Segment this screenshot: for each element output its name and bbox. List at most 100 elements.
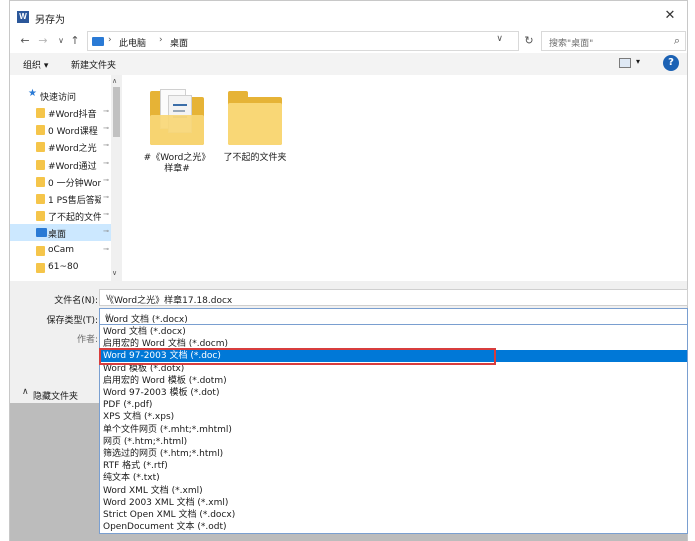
filename-input[interactable]: 《Word之光》样章17.18.docx ∨ bbox=[99, 289, 688, 306]
nav-pane-scrollbar[interactable]: ∧ ∨ bbox=[111, 75, 122, 281]
nav-pane-item-label: 0 Word课程 bbox=[48, 127, 98, 138]
nav-pane-item-label: 61~80 bbox=[48, 261, 79, 272]
nav-pane-item-label: 1 PS售后答疑 bbox=[48, 196, 101, 206]
folder-icon bbox=[36, 176, 45, 187]
nav-pane-item[interactable]: #Word抖音 ⊸ bbox=[10, 104, 111, 121]
back-arrow-icon[interactable]: ← bbox=[18, 33, 32, 49]
save-as-dialog: W 另存为 ✕ ← → ∨ ↑ › 此电脑 › 桌面 ∨ ↻ 搜索"桌面" ⌕ … bbox=[9, 0, 688, 541]
pin-icon[interactable]: ⊸ bbox=[103, 210, 109, 218]
folder-icon bbox=[228, 89, 282, 145]
pin-icon[interactable]: ⊸ bbox=[103, 141, 109, 149]
nav-pane-item[interactable]: 了不起的文件 ⊸ bbox=[10, 207, 111, 224]
breadcrumb-separator-icon: › bbox=[159, 35, 163, 45]
view-dropdown-chevron-icon[interactable]: ▾ bbox=[636, 57, 640, 66]
search-placeholder: 搜索"桌面" bbox=[549, 39, 594, 49]
nav-pane-item[interactable]: 0 Word课程 ⊸ bbox=[10, 121, 111, 138]
search-box[interactable]: 搜索"桌面" ⌕ bbox=[541, 31, 686, 51]
folder-icon bbox=[36, 108, 45, 118]
save-type-label: 保存类型(T): bbox=[46, 316, 98, 326]
nav-pane-item[interactable]: 61~80 bbox=[10, 259, 111, 276]
folder-icon bbox=[36, 211, 45, 222]
save-type-option[interactable]: Word XML 文档 (*.xml) bbox=[100, 485, 687, 497]
nav-pane-item-label: oCam bbox=[48, 244, 75, 255]
nav-pane-item-label: 桌面 bbox=[48, 230, 67, 241]
chevron-up-icon[interactable]: ∧ bbox=[22, 387, 29, 397]
file-name-label: #《Word之光》 样章# bbox=[143, 153, 211, 174]
nav-pane-item[interactable]: #Word通过 ⊸ bbox=[10, 156, 111, 173]
command-toolbar: 组织 ▾ 新建文件夹 ▾ ? bbox=[10, 53, 687, 75]
save-type-option[interactable]: XPS 文档 (*.xps) bbox=[100, 411, 687, 423]
save-type-dropdown-chevron-icon[interactable]: ∨ bbox=[105, 312, 683, 322]
word-app-icon: W bbox=[17, 11, 29, 23]
nav-pane-item-label: #Word之光 bbox=[48, 144, 97, 155]
breadcrumb-this-pc[interactable]: 此电脑 bbox=[119, 36, 146, 49]
nav-pane-item-label: 了不起的文件 bbox=[48, 213, 101, 224]
navigation-bar: ← → ∨ ↑ › 此电脑 › 桌面 ∨ ↻ 搜索"桌面" ⌕ bbox=[10, 31, 687, 51]
forward-arrow-icon[interactable]: → bbox=[36, 33, 50, 49]
pin-icon[interactable]: ⊸ bbox=[103, 245, 109, 253]
pin-icon[interactable]: ⊸ bbox=[103, 227, 109, 235]
pin-icon[interactable]: ⊸ bbox=[103, 159, 109, 167]
help-icon[interactable]: ? bbox=[663, 55, 679, 71]
pin-icon[interactable]: ⊸ bbox=[103, 176, 109, 184]
folder-icon bbox=[36, 142, 45, 153]
save-type-option[interactable]: 启用宏的 Word 模板 (*.dotm) bbox=[100, 375, 687, 387]
highlight-annotation-box bbox=[99, 348, 496, 365]
dialog-title: 另存为 bbox=[35, 15, 65, 26]
breadcrumb-desktop[interactable]: 桌面 bbox=[170, 36, 188, 49]
quick-access-label: 快速访问 bbox=[40, 93, 77, 103]
save-type-option[interactable]: 网页 (*.htm;*.html) bbox=[100, 436, 687, 448]
navigation-pane: ★ 快速访问 ∧ ∨ #Word抖音 ⊸ 0 Word课程 ⊸ #Word之光 ⊸ #Wor… bbox=[10, 75, 122, 281]
file-name-label: 了不起的文件夹 bbox=[223, 153, 287, 163]
save-type-option[interactable]: 筛选过的网页 (*.htm;*.html) bbox=[100, 448, 687, 460]
scroll-down-icon[interactable]: ∨ bbox=[112, 269, 117, 277]
file-item-amazing-folder[interactable]: 了不起的文件夹 bbox=[218, 87, 292, 177]
address-bar[interactable]: › 此电脑 › 桌面 ∨ bbox=[87, 31, 519, 51]
folder-icon bbox=[36, 159, 45, 170]
save-type-option[interactable]: 单个文件网页 (*.mht;*.mhtml) bbox=[100, 424, 687, 436]
pin-icon[interactable]: ⊸ bbox=[103, 107, 109, 115]
save-type-option[interactable]: RTF 格式 (*.rtf) bbox=[100, 460, 687, 472]
nav-pane-item[interactable]: #Word之光 ⊸ bbox=[10, 138, 111, 155]
hide-folders-button[interactable]: 隐藏文件夹 bbox=[33, 389, 78, 402]
title-bar: W 另存为 ✕ bbox=[10, 1, 687, 33]
folder-icon bbox=[36, 194, 45, 204]
nav-pane-item-label: #Word通过 bbox=[48, 161, 97, 172]
quick-access[interactable]: ★ 快速访问 bbox=[10, 87, 111, 104]
recent-locations-chevron-icon[interactable]: ∨ bbox=[54, 33, 68, 49]
search-icon[interactable]: ⌕ bbox=[674, 34, 680, 48]
scrollbar-thumb[interactable] bbox=[113, 87, 120, 137]
folder-with-documents-icon bbox=[150, 89, 204, 145]
new-folder-button[interactable]: 新建文件夹 bbox=[71, 58, 116, 71]
nav-pane-item[interactable]: 0 一分钟Wor ⊸ bbox=[10, 173, 111, 190]
pin-icon[interactable]: ⊸ bbox=[103, 124, 109, 132]
save-type-select[interactable]: Word 文档 (*.docx) ∨ bbox=[99, 308, 688, 325]
file-item-word-sample-folder[interactable]: #《Word之光》 样章# bbox=[140, 87, 214, 177]
folder-icon bbox=[36, 125, 45, 136]
save-type-option[interactable]: OpenDocument 文本 (*.odt) bbox=[100, 521, 687, 533]
this-pc-icon bbox=[92, 37, 104, 46]
save-type-option[interactable]: Word 文档 (*.docx) bbox=[100, 326, 687, 338]
nav-pane-item-label: #Word抖音 bbox=[48, 110, 97, 120]
save-type-option[interactable]: PDF (*.pdf) bbox=[100, 399, 687, 411]
organize-button[interactable]: 组织 ▾ bbox=[23, 58, 48, 71]
up-arrow-icon[interactable]: ↑ bbox=[68, 33, 82, 49]
filename-label: 文件名(N): bbox=[54, 296, 98, 306]
save-type-option[interactable]: Word 2003 XML 文档 (*.xml) bbox=[100, 497, 687, 509]
desktop-icon bbox=[36, 228, 47, 238]
close-button[interactable]: ✕ bbox=[659, 6, 681, 26]
save-type-option[interactable]: 纯文本 (*.txt) bbox=[100, 472, 687, 484]
save-type-option[interactable]: Word 97-2003 模板 (*.dot) bbox=[100, 387, 687, 399]
save-type-option[interactable]: Strict Open XML 文档 (*.docx) bbox=[100, 509, 687, 521]
scroll-up-icon[interactable]: ∧ bbox=[112, 77, 117, 85]
filename-dropdown-chevron-icon[interactable]: ∨ bbox=[105, 293, 683, 303]
nav-pane-item[interactable]: oCam ⊸ bbox=[10, 242, 111, 259]
nav-pane-item[interactable]: 1 PS售后答疑 ⊸ bbox=[10, 190, 111, 207]
address-dropdown-chevron-icon[interactable]: ∨ bbox=[496, 34, 503, 44]
refresh-icon[interactable]: ↻ bbox=[522, 33, 536, 49]
folder-icon bbox=[36, 245, 45, 256]
folder-icon bbox=[36, 262, 45, 273]
view-options-icon[interactable] bbox=[619, 58, 631, 68]
nav-pane-item[interactable]: 桌面 ⊸ bbox=[10, 224, 111, 242]
pin-icon[interactable]: ⊸ bbox=[103, 193, 109, 201]
